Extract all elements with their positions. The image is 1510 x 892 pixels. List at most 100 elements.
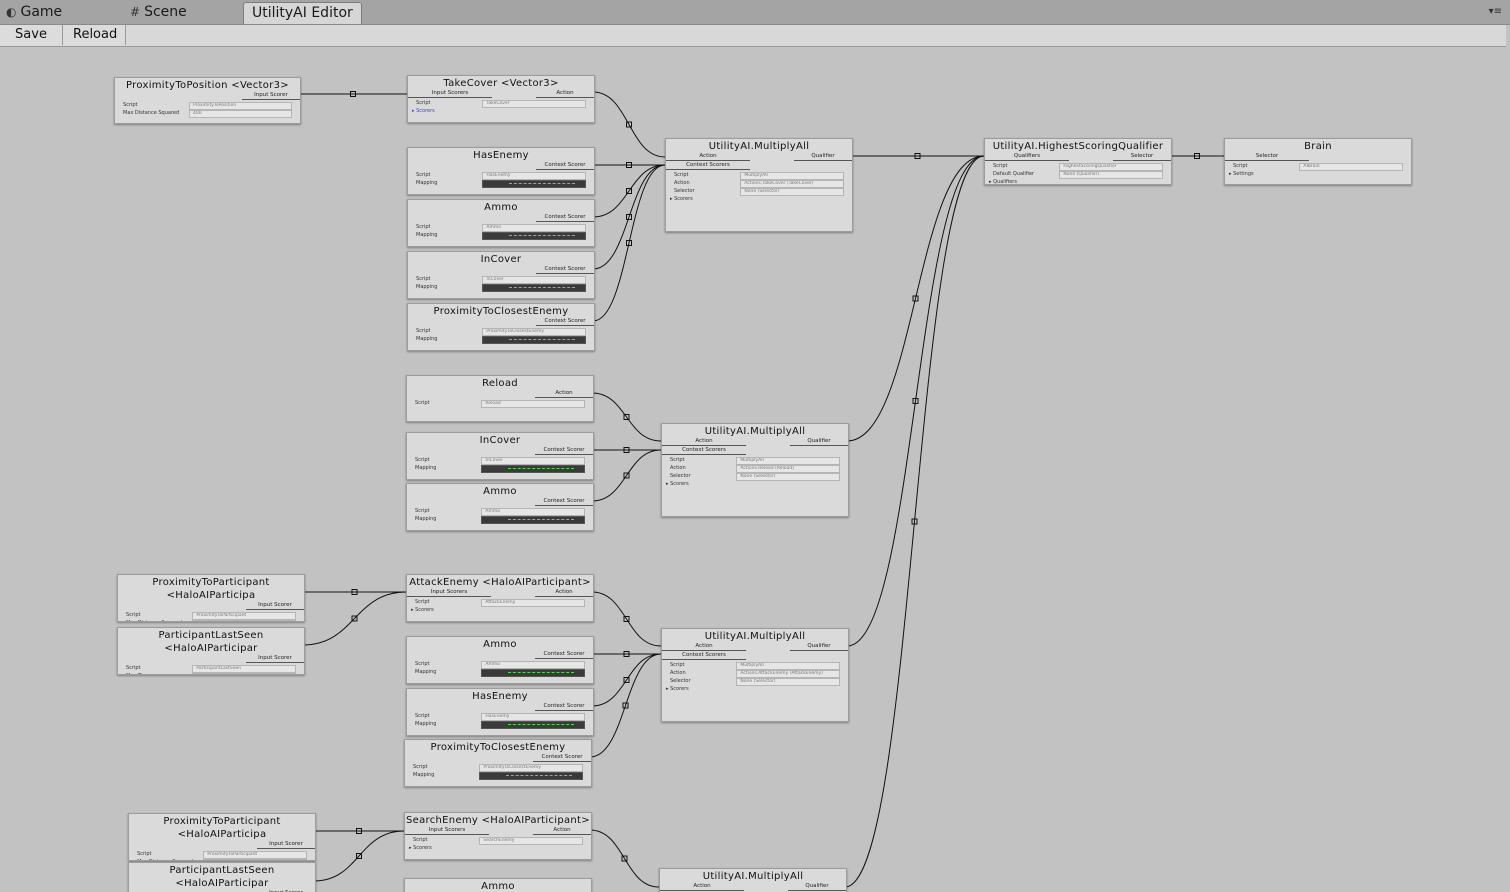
field-label: Mapping	[416, 336, 438, 342]
output-pin[interactable]: Context Scorer	[535, 447, 593, 455]
node-proximitytoclosestenemy[interactable]: ProximityToClosestEnemy Context Scorer Scr…	[404, 739, 592, 787]
node-attackenemy[interactable]: AttackEnemy <HaloAIParticipant> Input Sco…	[406, 574, 594, 622]
tab-utilityai-editor[interactable]: UtilityAI Editor	[243, 2, 362, 24]
node-hasenemy[interactable]: HasEnemy Context Scorer Script HasEnemy Mapp…	[407, 147, 595, 195]
foldout-scorers[interactable]: ▸ Scorers	[666, 195, 852, 203]
foldout-scorers[interactable]: ▸ Scorers	[662, 480, 848, 488]
node-hasenemy[interactable]: HasEnemy Context Scorer Script HasEnemy Mapp…	[406, 688, 594, 736]
output-pin[interactable]: Action	[535, 589, 593, 597]
field-value[interactable]: AttackEnemy	[481, 599, 585, 607]
output-pin[interactable]: Context Scorer	[536, 214, 594, 222]
mapping-curve[interactable]	[482, 180, 586, 188]
input-pin[interactable]: Selector	[1225, 153, 1309, 161]
mapping-curve[interactable]	[481, 516, 585, 524]
field-value[interactable]: TakeCover	[482, 100, 586, 108]
output-pin[interactable]: Input Scorer	[242, 92, 300, 100]
input-pin[interactable]: Action	[662, 643, 746, 651]
save-button[interactable]: Save	[0, 25, 63, 45]
output-pin[interactable]: Input Scorer	[257, 841, 315, 849]
node-proximitytoposition[interactable]: ProximityToPosition <Vector3> Input Score…	[114, 77, 301, 124]
mapping-curve[interactable]	[479, 772, 583, 780]
foldout-scorers[interactable]: ▸ Scorers	[405, 844, 591, 852]
node-proximitytoparticipant[interactable]: ProximityToParticipant <HaloAIParticipa I…	[128, 813, 316, 861]
input-pin[interactable]: Qualifiers	[985, 153, 1069, 161]
node-utilityai-multiplyall[interactable]: UtilityAI.MultiplyAll Action Qualifier	[659, 868, 847, 892]
mapping-curve[interactable]	[482, 284, 586, 292]
output-pin[interactable]: Action	[533, 827, 591, 835]
input-pin[interactable]: Action	[660, 883, 744, 891]
mapping-curve[interactable]	[481, 721, 585, 729]
output-pin[interactable]: Context Scorer	[536, 162, 594, 170]
foldout-scorers[interactable]: ▸ Scorers	[408, 107, 594, 115]
node-utilityai-multiplyall[interactable]: UtilityAI.MultiplyAll Action Qualifier Cont…	[665, 138, 853, 232]
node-ammo[interactable]: Ammo Context Scorer Script Ammo Mapping	[406, 636, 594, 684]
field-value[interactable]: AIBrain	[1299, 163, 1403, 171]
node-incover[interactable]: InCover Context Scorer Script InCover Mappin…	[406, 432, 594, 480]
node-participantlastseen[interactable]: ParticipantLastSeen <HaloAIParticiparInp…	[128, 862, 316, 892]
output-pin[interactable]: Qualifier	[794, 153, 852, 161]
output-pin[interactable]: Context Scorer	[535, 651, 593, 659]
output-pin[interactable]: Qualifier	[790, 643, 848, 651]
node-ammo[interactable]: AmmoContext Scorer	[404, 878, 592, 892]
node-ammo[interactable]: Ammo Context Scorer Script Ammo Mapping	[407, 199, 595, 247]
node-brain[interactable]: Brain Selector Script AIBrain ▸ Settings	[1224, 138, 1412, 185]
mapping-curve[interactable]	[481, 465, 585, 473]
node-searchenemy[interactable]: SearchEnemy <HaloAIParticipant> Input Sco…	[404, 812, 592, 860]
mapping-curve[interactable]	[482, 336, 586, 344]
field-value[interactable]: 400	[203, 859, 307, 860]
graph-canvas[interactable]: ProximityToPosition <Vector3> Input Score…	[0, 47, 1506, 892]
foldout-scorers[interactable]: ▸ Scorers	[662, 685, 848, 693]
tab-scene[interactable]: # Scene	[130, 2, 187, 23]
input-pin[interactable]: Action	[666, 153, 750, 161]
field-label: Mapping	[416, 284, 438, 290]
field-value[interactable]: 400	[189, 110, 292, 118]
field-value[interactable]: 400	[192, 620, 296, 621]
input-pin[interactable]: Input Scorers	[405, 827, 489, 835]
node-utilityai-multiplyall[interactable]: UtilityAI.MultiplyAll Action Qualifier Cont…	[661, 628, 849, 722]
input-pin[interactable]: Context Scorers	[662, 652, 746, 660]
field-label: Script	[123, 102, 138, 108]
field-value[interactable]: 3	[192, 673, 296, 674]
foldout-qualifiers[interactable]: ▸ Qualifiers	[985, 178, 1171, 184]
field-value[interactable]: None (Selector)	[736, 678, 840, 686]
output-pin[interactable]: Action	[535, 390, 593, 398]
field-value[interactable]: None (Qualifier)	[1059, 171, 1163, 179]
output-pin[interactable]: Qualifier	[790, 438, 848, 446]
node-takecover[interactable]: TakeCover <Vector3> Input Scorers Action Sc…	[407, 75, 595, 123]
field-value[interactable]: None (Selector)	[736, 473, 840, 481]
output-pin[interactable]: Selector	[1113, 153, 1171, 161]
node-participantlastseen[interactable]: ParticipantLastSeen <HaloAIParticiparInp…	[117, 627, 305, 675]
tab-game[interactable]: ◐ Game	[6, 2, 62, 23]
node-proximitytoparticipant[interactable]: ProximityToParticipant <HaloAIParticipa I…	[117, 574, 305, 622]
output-pin[interactable]: Context Scorer	[536, 266, 594, 274]
input-pin[interactable]: Context Scorers	[662, 447, 746, 455]
foldout-settings[interactable]: ▸ Settings	[1225, 170, 1411, 178]
node-reload[interactable]: Reload Action Script Reload	[406, 375, 594, 422]
input-pin[interactable]: Context Scorers	[666, 162, 750, 170]
mapping-curve[interactable]	[482, 232, 586, 240]
node-utilityai-highestscoringqualifier[interactable]: UtilityAI.HighestScoringQualifier Qualifi…	[984, 138, 1172, 185]
foldout-scorers[interactable]: ▸ Scorers	[407, 606, 593, 614]
input-pin[interactable]: Input Scorers	[408, 90, 492, 98]
reload-button[interactable]: Reload	[63, 25, 126, 45]
node-utilityai-multiplyall[interactable]: UtilityAI.MultiplyAll Action Qualifier Cont…	[661, 423, 849, 517]
menu-icon[interactable]: ▾≡	[1489, 6, 1502, 17]
field-value[interactable]: Reload	[481, 400, 585, 408]
output-pin[interactable]: Context Scorer	[533, 754, 591, 762]
output-pin[interactable]: Context Scorer	[535, 498, 593, 506]
output-pin[interactable]: Input Scorer	[246, 602, 304, 610]
field-max-time: Max Time 3	[118, 672, 304, 674]
output-pin[interactable]: Context Scorer	[535, 703, 593, 711]
field-value[interactable]: None (Selector)	[740, 188, 844, 196]
node-ammo[interactable]: Ammo Context Scorer Script Ammo Mapping	[406, 483, 594, 531]
output-pin[interactable]: Qualifier	[788, 883, 846, 891]
output-pin[interactable]: Input Scorer	[246, 655, 304, 663]
field-value[interactable]: SearchEnemy	[479, 837, 583, 845]
input-pin[interactable]: Input Scorers	[407, 589, 491, 597]
mapping-curve[interactable]	[481, 669, 585, 677]
node-incover[interactable]: InCover Context Scorer Script InCover Mappin…	[407, 251, 595, 299]
node-proximitytoclosestenemy[interactable]: ProximityToClosestEnemy Context Scorer Scr…	[407, 303, 595, 351]
output-pin[interactable]: Action	[536, 90, 594, 98]
input-pin[interactable]: Action	[662, 438, 746, 446]
output-pin[interactable]: Context Scorer	[536, 318, 594, 326]
